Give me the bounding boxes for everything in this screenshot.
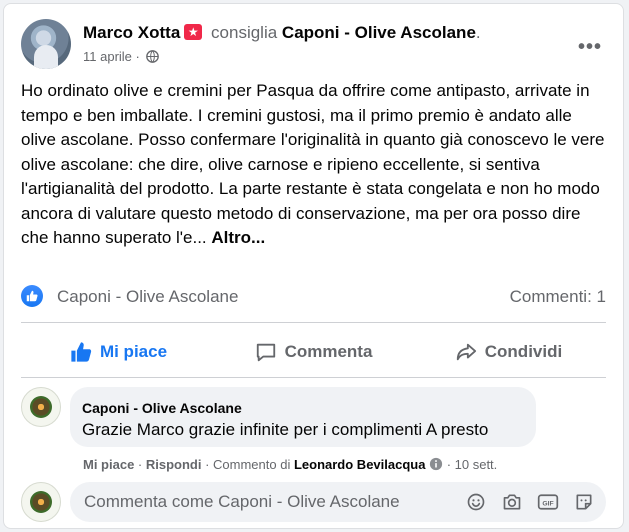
see-more-link[interactable]: Altro...	[211, 228, 265, 247]
meta-separator: ·	[134, 457, 146, 472]
post-card: Marco Xotta ★ consiglia Caponi - Olive As…	[3, 3, 624, 529]
post-meta: 11 aprile ·	[83, 49, 159, 66]
comment-icon	[256, 343, 275, 362]
like-reaction-icon[interactable]	[21, 285, 43, 307]
share-button[interactable]: Condividi	[411, 328, 606, 376]
camera-icon[interactable]	[500, 490, 524, 514]
comment-input[interactable]: Commenta come Caponi - Olive Ascolane GI…	[70, 482, 606, 522]
meta-separator: ·	[443, 457, 455, 472]
comment-text: Grazie Marco grazie infinite per i compl…	[82, 420, 489, 439]
comment-label: Commenta	[284, 342, 373, 361]
recommend-verb: consiglia	[211, 23, 278, 42]
svg-text:GIF: GIF	[542, 500, 553, 507]
thumbs-up-icon	[71, 342, 92, 362]
olive-logo-icon	[30, 396, 52, 418]
post-header: Marco Xotta ★ consiglia Caponi - Olive As…	[21, 19, 606, 71]
comment-editor-name[interactable]: Leonardo Bevilacqua	[294, 457, 425, 472]
share-label: Condividi	[484, 342, 563, 361]
sticker-icon[interactable]	[572, 490, 596, 514]
more-options-button[interactable]: •••	[572, 29, 608, 65]
post-title-line: Marco Xotta ★ consiglia Caponi - Olive As…	[83, 23, 481, 43]
divider	[21, 377, 606, 378]
post-text: Ho ordinato olive e cremini per Pasqua d…	[21, 81, 605, 247]
olive-logo-icon	[30, 491, 52, 513]
post-date[interactable]: 11 aprile	[83, 49, 132, 64]
comment-time[interactable]: 10 sett.	[455, 457, 498, 472]
composer-tools: GIF	[464, 490, 596, 514]
author-avatar[interactable]	[21, 19, 71, 69]
gif-icon[interactable]: GIF	[536, 490, 560, 514]
meta-separator: ·	[201, 457, 214, 472]
comment-meta: Mi piace · Rispondi · Commento di Leonar…	[83, 457, 497, 474]
recommend-badge-icon: ★	[184, 24, 203, 40]
comment-button[interactable]: Commenta	[216, 328, 411, 376]
comment-reply-button[interactable]: Rispondi	[146, 457, 202, 472]
like-label: Mi piace	[99, 342, 168, 361]
comment-author[interactable]: Caponi - Olive Ascolane	[82, 400, 524, 416]
commenter-avatar[interactable]	[21, 387, 61, 427]
author-name[interactable]: Marco Xotta	[83, 23, 180, 42]
emoji-icon[interactable]	[464, 490, 488, 514]
divider	[21, 322, 606, 323]
like-button[interactable]: Mi piace	[21, 328, 216, 376]
meta-separator: ·	[135, 49, 140, 64]
composer-avatar[interactable]	[21, 482, 61, 522]
globe-icon	[145, 50, 159, 66]
page-suffix: .	[475, 23, 481, 42]
comment-by-prefix: Commento di	[213, 457, 291, 472]
page-name[interactable]: Caponi - Olive Ascolane	[282, 23, 476, 42]
comments-count[interactable]: Commenti: 1	[510, 287, 606, 307]
reaction-stats: Caponi - Olive Ascolane Commenti: 1	[21, 285, 606, 309]
comment-bubble: Caponi - Olive Ascolane Grazie Marco gra…	[70, 387, 536, 447]
action-bar: Mi piace Commenta Condividi	[21, 328, 606, 376]
info-icon[interactable]	[429, 457, 443, 474]
post-body: Ho ordinato olive e cremini per Pasqua d…	[21, 79, 611, 251]
share-icon	[456, 343, 476, 361]
comment-input-placeholder: Commenta come Caponi - Olive Ascolane	[84, 492, 400, 511]
comment-composer: Commenta come Caponi - Olive Ascolane GI…	[21, 482, 606, 522]
reactor-name[interactable]: Caponi - Olive Ascolane	[57, 287, 238, 307]
comment-like-button[interactable]: Mi piace	[83, 457, 134, 472]
